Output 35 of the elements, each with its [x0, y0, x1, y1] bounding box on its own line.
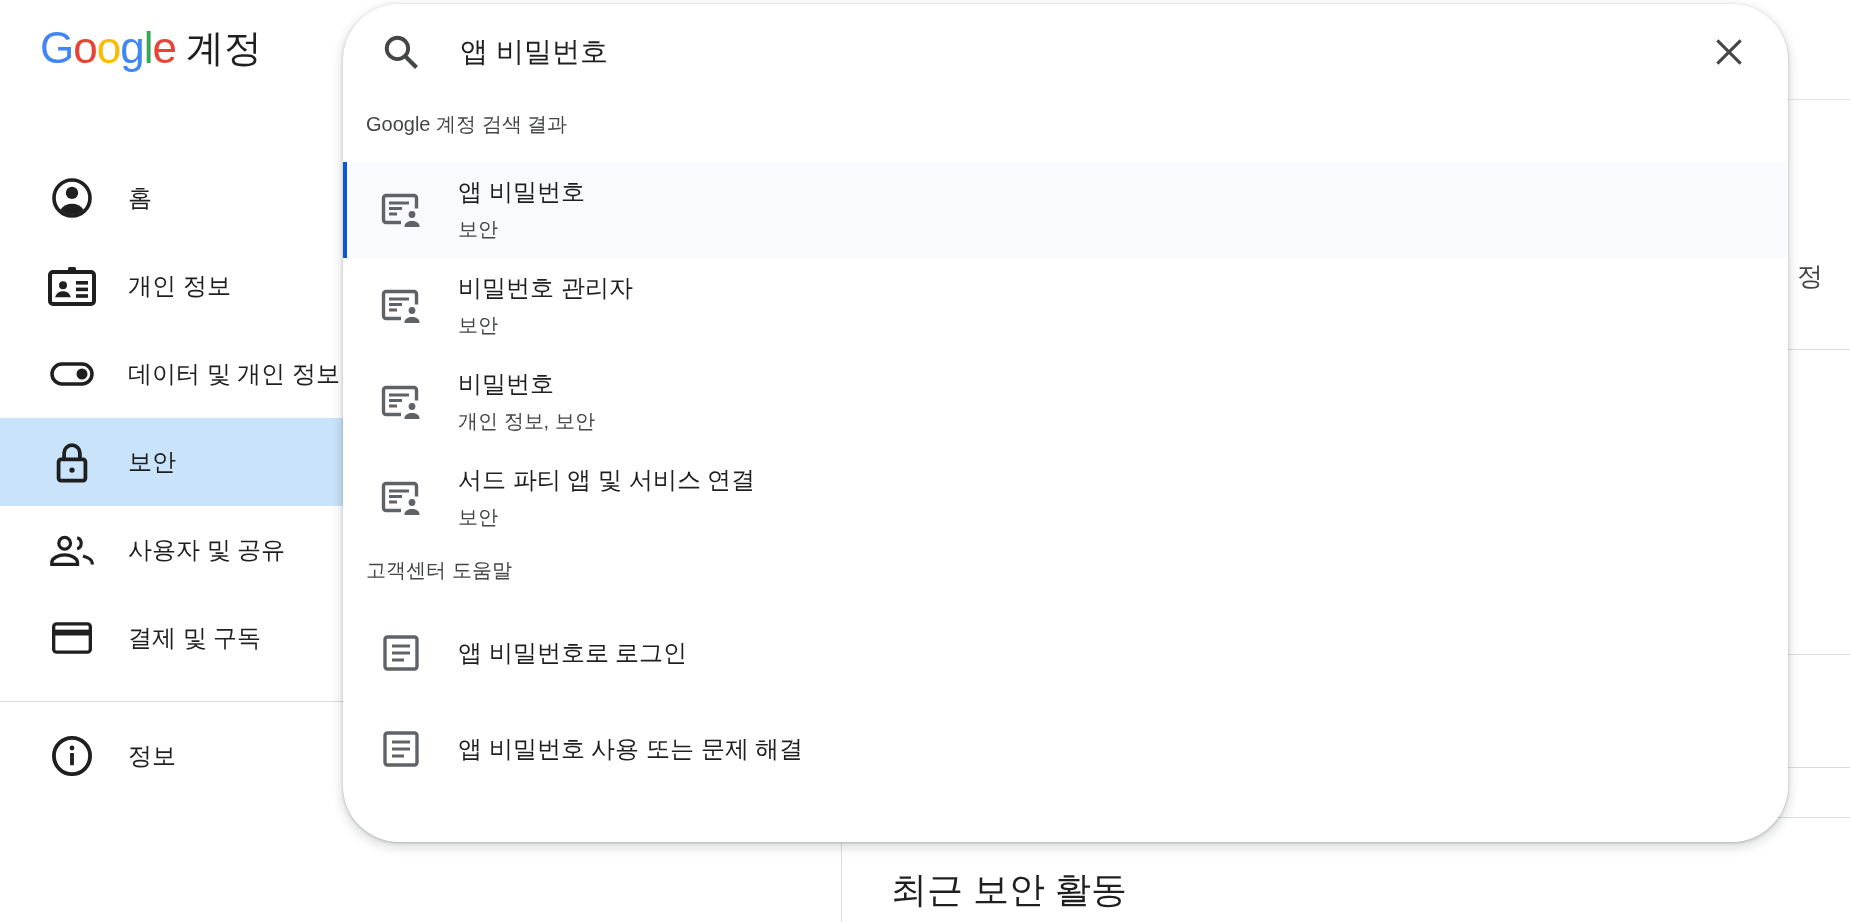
info-icon [52, 736, 92, 776]
section-heading: 최근 보안 활동 [891, 868, 1127, 912]
document-person-icon [381, 481, 421, 515]
section-heading: 고객센터 도움말 [366, 558, 512, 582]
sidebar-item[interactable]: 보안 [0, 418, 343, 506]
help-article-link[interactable]: 앱 비밀번호 사용 또는 문제 해결 [343, 701, 1788, 797]
search-field[interactable]: 앱 비밀번호 [460, 32, 1663, 72]
section-heading: Google 계정 검색 결과 [366, 112, 568, 136]
close-icon [1715, 38, 1743, 66]
sidebar-item[interactable]: 정보 [0, 712, 343, 800]
search-icon [384, 35, 418, 69]
document-person-icon [381, 289, 421, 323]
sidebar-item[interactable]: 데이터 및 개인 정보 [0, 330, 343, 418]
logo-wordmark: Google [40, 22, 176, 74]
sidebar-item[interactable]: 결제 및 구독 [0, 594, 343, 682]
product-name: 계정 [185, 26, 262, 71]
toggle-icon [50, 362, 94, 386]
id-card-icon [48, 266, 96, 306]
document-person-icon [381, 193, 421, 227]
person-circle-icon [52, 178, 92, 218]
section-label: 정 [1797, 260, 1823, 292]
search-result[interactable]: 비밀번호 개인 정보, 보안 [343, 354, 1788, 450]
search-result[interactable]: 서드 파티 앱 및 서비스 연결 보안 [343, 450, 1788, 546]
sidebar-item[interactable]: 홈 [0, 154, 343, 242]
article-icon [383, 635, 419, 671]
search-result[interactable]: 앱 비밀번호 보안 [343, 162, 1788, 258]
lock-icon [56, 441, 88, 483]
sidebar-item[interactable]: 개인 정보 [0, 242, 343, 330]
document-person-icon [381, 385, 421, 419]
search-result[interactable]: 비밀번호 관리자 보안 [343, 258, 1788, 354]
people-icon [50, 534, 94, 566]
credit-card-icon [52, 622, 92, 654]
sidebar-item[interactable]: 사용자 및 공유 [0, 506, 343, 594]
help-article-link[interactable]: 앱 비밀번호로 로그인 [343, 605, 1788, 701]
article-icon [383, 731, 419, 767]
